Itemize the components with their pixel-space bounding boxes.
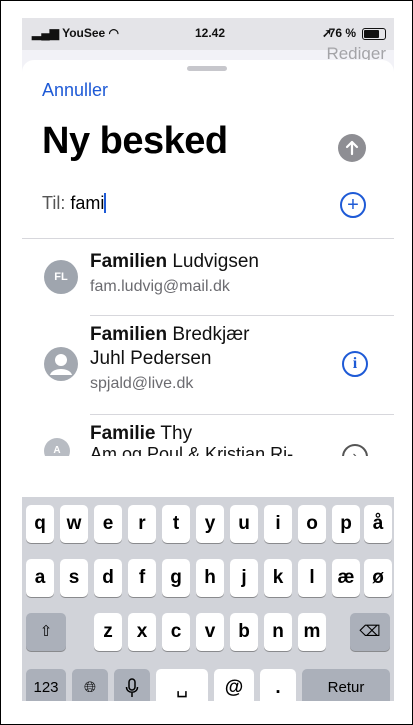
return-key[interactable]: Retur [302, 669, 390, 701]
contact-suggestion[interactable]: FL Familien Ludvigsen fam.ludvig@mail.dk [22, 238, 394, 314]
shift-icon: ⇧ [39, 623, 53, 640]
send-button[interactable] [338, 134, 366, 162]
key[interactable]: l [298, 559, 326, 597]
contact-suggestion[interactable]: A Familie Thy Am og Poul & Kristian Ri- … [22, 414, 394, 456]
contact-name: Familien Bredkjær [90, 324, 250, 345]
key[interactable]: e [94, 505, 122, 543]
contact-email: fam.ludvig@mail.dk [90, 278, 230, 295]
key[interactable]: t [162, 505, 190, 543]
key[interactable]: u [230, 505, 258, 543]
chevron-right-icon[interactable]: › [342, 444, 368, 456]
contact-email: spjald@live.dk [90, 375, 194, 392]
screenshot-frame: ▂▄▆ YouSee ◠ 12.42 ➚ 76 % Rediger Annull… [0, 0, 413, 725]
key[interactable]: å [364, 505, 392, 543]
key[interactable]: ø [364, 559, 392, 597]
to-label: Til: [42, 193, 66, 213]
key[interactable]: j [230, 559, 258, 597]
globe-icon: 🌐︎ [83, 679, 96, 696]
key[interactable]: q [26, 505, 54, 543]
person-icon [50, 354, 72, 375]
plus-icon: + [347, 194, 359, 216]
key[interactable]: d [94, 559, 122, 597]
space-icon: ␣ [175, 677, 189, 698]
key[interactable]: y [196, 505, 224, 543]
period-key[interactable]: . [260, 669, 296, 701]
contact-name-line2: Am og Poul & Kristian Ri- [90, 444, 294, 456]
phone-screen: ▂▄▆ YouSee ◠ 12.42 ➚ 76 % Rediger Annull… [22, 18, 394, 701]
key[interactable]: p [332, 505, 360, 543]
space-key[interactable]: ␣ [156, 669, 208, 701]
dictation-key[interactable] [114, 669, 150, 701]
status-bar: ▂▄▆ YouSee ◠ 12.42 ➚ 76 % Rediger [22, 18, 394, 63]
key[interactable]: v [196, 613, 224, 651]
microphone-icon [125, 678, 139, 698]
key[interactable]: h [196, 559, 224, 597]
cancel-button[interactable]: Annuller [42, 80, 108, 101]
key[interactable]: a [26, 559, 54, 597]
sheet-grabber[interactable] [187, 66, 227, 71]
add-recipient-button[interactable]: + [340, 192, 366, 218]
contact-suggestion[interactable]: Familien Bredkjær Juhl Pedersen spjald@l… [22, 315, 394, 413]
recipient-field[interactable]: Til: fami [42, 193, 107, 214]
key[interactable]: w [60, 505, 88, 543]
shift-key[interactable]: ⇧ [26, 613, 66, 651]
globe-key[interactable]: 🌐︎ [72, 669, 108, 701]
arrow-up-icon [345, 140, 359, 156]
at-key[interactable]: @ [214, 669, 254, 701]
info-icon[interactable]: i [342, 351, 368, 377]
battery-percentage: 76 % [328, 26, 356, 40]
key[interactable]: r [128, 505, 156, 543]
key[interactable]: n [264, 613, 292, 651]
compose-sheet: Annuller Ny besked Til: fami + FL Famili… [22, 60, 394, 701]
page-title: Ny besked [42, 120, 228, 162]
key[interactable]: k [264, 559, 292, 597]
contact-name-line2: Juhl Pedersen [90, 348, 212, 369]
avatar: FL [44, 260, 78, 294]
key[interactable]: o [298, 505, 326, 543]
key[interactable]: b [230, 613, 258, 651]
key[interactable]: i [264, 505, 292, 543]
key[interactable]: c [162, 613, 190, 651]
carrier-label: ▂▄▆ YouSee ◠ [32, 26, 120, 40]
key[interactable]: s [60, 559, 88, 597]
backspace-icon: ⌫ [359, 623, 381, 640]
key[interactable]: g [162, 559, 190, 597]
key[interactable]: f [128, 559, 156, 597]
key[interactable]: x [128, 613, 156, 651]
contact-name: Familien Ludvigsen [90, 251, 259, 272]
key[interactable]: æ [332, 559, 360, 597]
battery-icon [362, 28, 386, 40]
text-caret [104, 193, 107, 213]
clock: 12.42 [195, 26, 226, 40]
backspace-key[interactable]: ⌫ [350, 613, 390, 651]
numbers-key[interactable]: 123 [26, 669, 66, 701]
key[interactable]: z [94, 613, 122, 651]
key[interactable]: m [298, 613, 326, 651]
recipient-input[interactable]: fami [70, 193, 104, 213]
avatar [44, 347, 78, 381]
avatar: A [44, 438, 70, 456]
keyboard: q w e r t y u i o p å a s d f g h j k l … [22, 497, 394, 701]
